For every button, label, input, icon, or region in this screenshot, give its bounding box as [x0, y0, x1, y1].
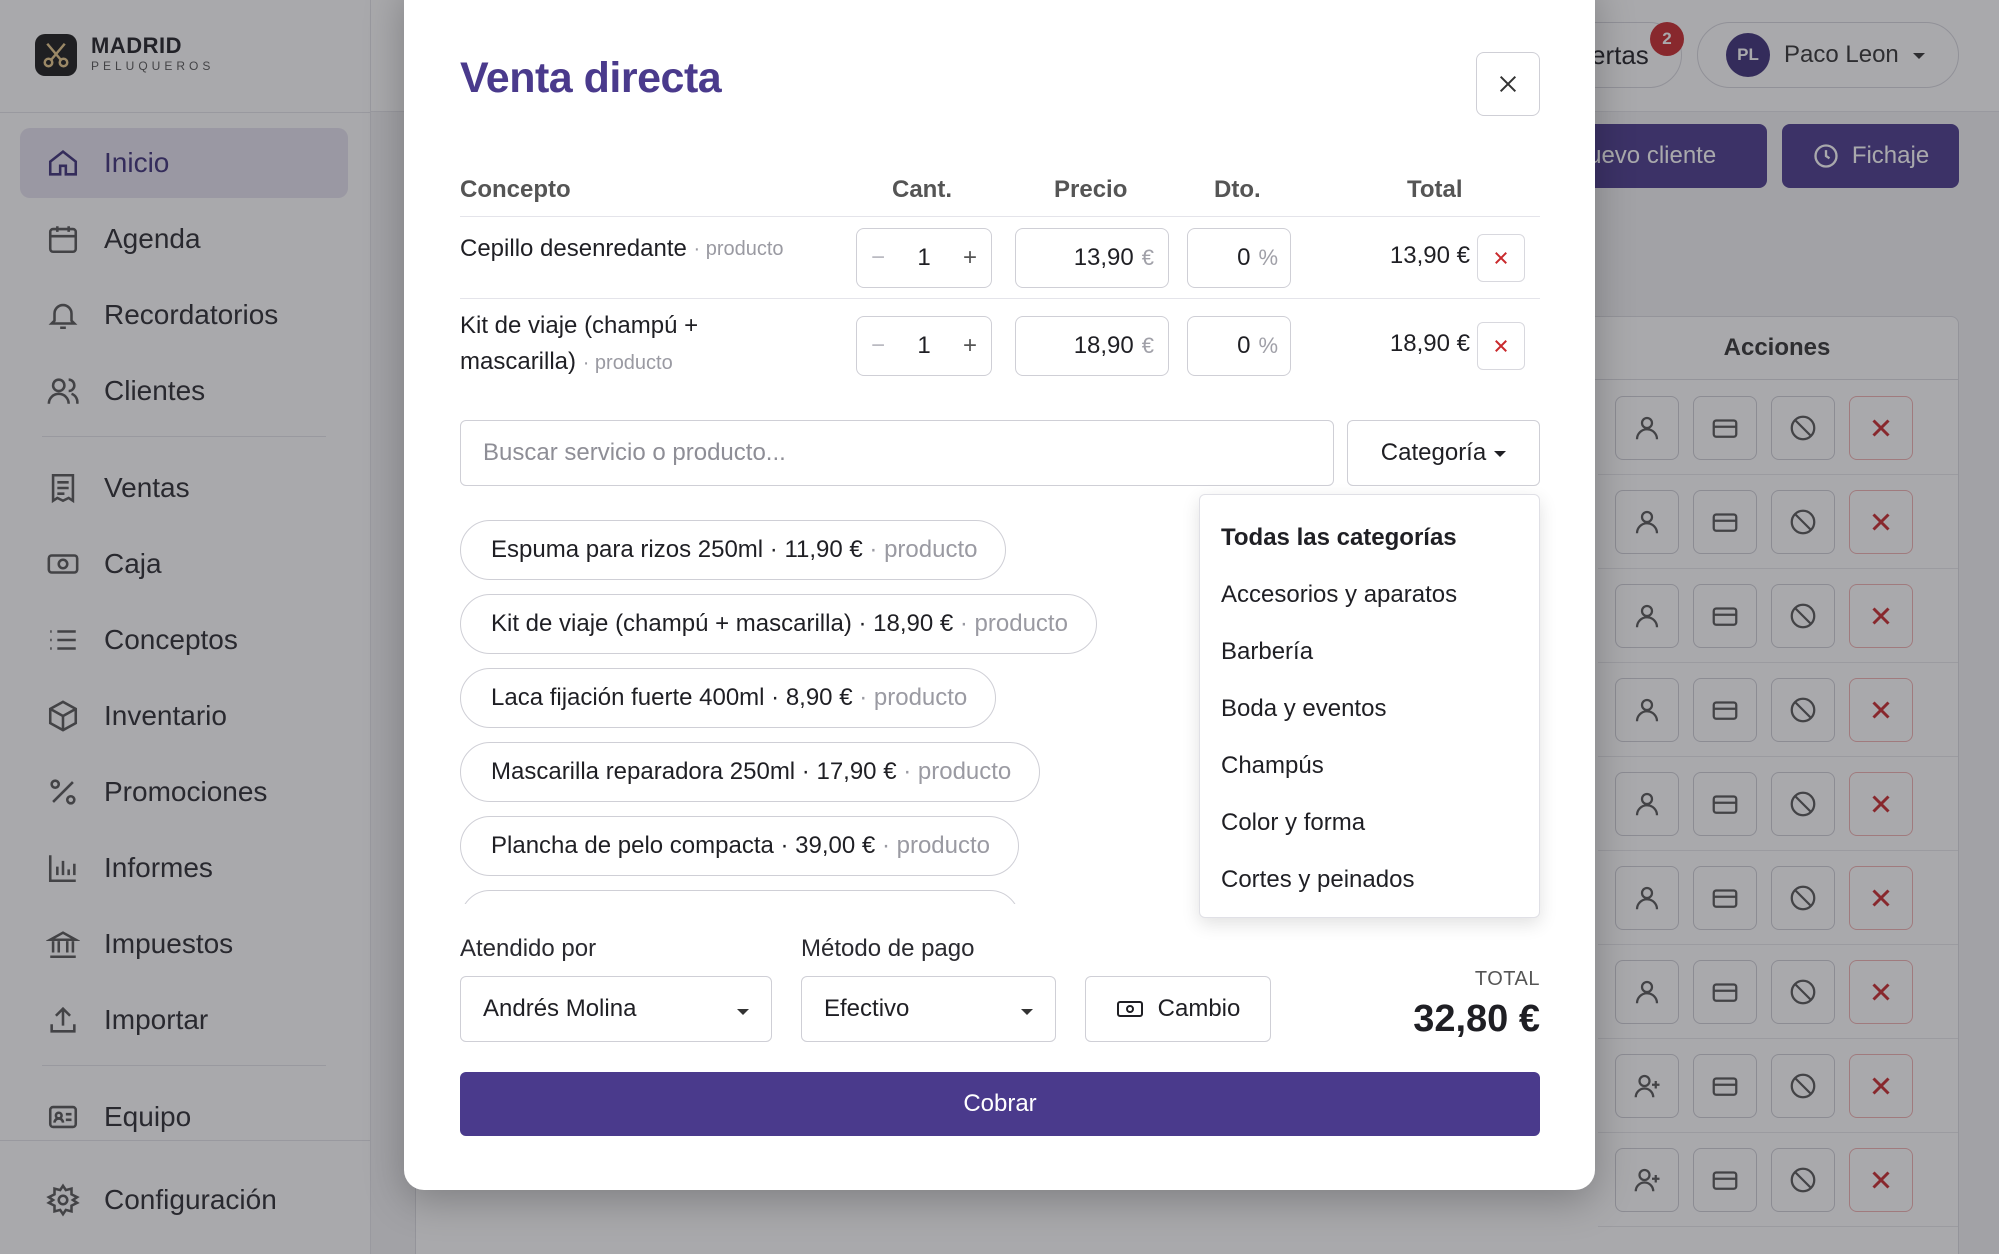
close-icon: [1495, 252, 1507, 264]
chip-label: Espuma para rizos 250ml · 11,90 €: [491, 536, 863, 563]
divider: [460, 216, 1540, 217]
chip-type: · producto: [881, 832, 990, 859]
suggestion-chip[interactable]: [460, 890, 1020, 904]
discount-input[interactable]: 0 %: [1187, 316, 1291, 376]
line-name-continued: mascarilla): [460, 348, 577, 375]
line-name: Kit de viaje (champú +: [460, 312, 699, 339]
category-option[interactable]: Barbería: [1200, 623, 1539, 680]
percent-symbol: %: [1258, 333, 1278, 358]
category-option[interactable]: Color y forma: [1200, 794, 1539, 851]
category-option[interactable]: Accesorios y aparatos: [1200, 566, 1539, 623]
category-button-label: Categoría: [1380, 439, 1487, 466]
close-icon: [1495, 340, 1507, 352]
chip-type: · producto: [869, 536, 978, 563]
column-header-price: Precio: [1054, 176, 1128, 203]
increment-button[interactable]: +: [963, 244, 977, 272]
decrement-button[interactable]: −: [871, 244, 885, 272]
chip-type: · producto: [859, 684, 968, 711]
line-concept: Kit de viaje (champú + mascarilla) · pro…: [460, 308, 698, 381]
currency-symbol: €: [1141, 333, 1154, 358]
column-header-total: Total: [1407, 176, 1463, 203]
attended-by-value: Andrés Molina: [483, 995, 637, 1022]
category-menu: Todas las categorías Accesorios y aparat…: [1199, 494, 1540, 918]
payment-method-label: Método de pago: [801, 935, 975, 962]
line-total: 13,90 €: [1389, 242, 1470, 269]
percent-symbol: %: [1258, 245, 1278, 270]
chip-label: Plancha de pelo compacta · 39,00 €: [491, 832, 876, 859]
close-button[interactable]: [1476, 52, 1540, 116]
increment-button[interactable]: +: [963, 332, 977, 360]
suggestion-chip[interactable]: Mascarilla reparadora 250ml · 17,90 € · …: [460, 742, 1041, 802]
category-option-all[interactable]: Todas las categorías: [1200, 509, 1539, 566]
chip-label: Kit de viaje (champú + mascarilla) · 18,…: [491, 610, 954, 637]
search-placeholder: Buscar servicio o producto...: [483, 439, 786, 466]
category-dropdown-button[interactable]: Categoría: [1347, 420, 1540, 486]
quantity-value: 1: [917, 332, 931, 359]
category-option[interactable]: Boda y eventos: [1200, 680, 1539, 737]
chip-label: Mascarilla reparadora 250ml · 17,90 €: [491, 758, 897, 785]
line-name: Cepillo desenredante: [460, 235, 687, 262]
chip-label: Laca fijación fuerte 400ml · 8,90 €: [491, 684, 853, 711]
direct-sale-modal: Venta directa Concepto Cant. Precio Dto.…: [404, 0, 1595, 1190]
price-value: 18,90: [1073, 332, 1134, 359]
attended-by-label: Atendido por: [460, 935, 597, 962]
total-amount: 32,80 €: [1413, 998, 1540, 1040]
category-option[interactable]: Cortes y peinados: [1200, 851, 1539, 908]
quantity-value: 1: [917, 244, 931, 271]
column-header-qty: Cant.: [892, 176, 952, 203]
price-value: 13,90: [1073, 244, 1134, 271]
price-input[interactable]: 13,90 €: [1015, 228, 1169, 288]
payment-method-value: Efectivo: [824, 995, 910, 1022]
charge-button-label: Cobrar: [963, 1090, 1037, 1117]
search-input[interactable]: Buscar servicio o producto...: [460, 420, 1334, 486]
cash-icon: [1116, 1001, 1143, 1017]
decrement-button[interactable]: −: [871, 332, 885, 360]
column-header-discount: Dto.: [1214, 176, 1261, 203]
column-header-concept: Concepto: [460, 176, 571, 203]
quantity-stepper[interactable]: − 1 +: [856, 228, 992, 288]
chip-type: · producto: [903, 758, 1012, 785]
payment-method-select[interactable]: Efectivo: [801, 976, 1056, 1042]
quantity-stepper[interactable]: − 1 +: [856, 316, 992, 376]
discount-value: 0: [1237, 332, 1251, 359]
total-label: TOTAL: [1474, 968, 1540, 990]
line-type: · producto: [693, 238, 784, 260]
discount-value: 0: [1237, 244, 1251, 271]
discount-input[interactable]: 0 %: [1187, 228, 1291, 288]
currency-symbol: €: [1141, 245, 1154, 270]
suggestion-chip[interactable]: Espuma para rizos 250ml · 11,90 € · prod…: [460, 520, 1007, 580]
chip-type: · producto: [959, 610, 1068, 637]
line-total: 18,90 €: [1389, 330, 1470, 357]
modal-title: Venta directa: [460, 54, 722, 102]
close-icon: [1499, 75, 1517, 93]
category-option[interactable]: Champús: [1200, 737, 1539, 794]
attended-by-select[interactable]: Andrés Molina: [460, 976, 772, 1042]
chevron-down-icon: [1021, 1009, 1033, 1015]
chevron-down-icon: [1494, 451, 1507, 457]
suggestion-chip[interactable]: Kit de viaje (champú + mascarilla) · 18,…: [460, 594, 1097, 654]
price-input[interactable]: 18,90 €: [1015, 316, 1169, 376]
suggestion-chip[interactable]: Laca fijación fuerte 400ml · 8,90 € · pr…: [460, 668, 997, 728]
remove-line-button[interactable]: [1477, 322, 1525, 370]
chevron-down-icon: [737, 1009, 749, 1015]
suggestion-list: Espuma para rizos 250ml · 11,90 € · prod…: [460, 520, 1320, 904]
divider: [460, 298, 1540, 299]
line-type: · producto: [582, 352, 673, 374]
remove-line-button[interactable]: [1477, 234, 1525, 282]
line-concept: Cepillo desenredante · producto: [460, 218, 784, 280]
change-button-label: Cambio: [1157, 995, 1241, 1022]
charge-button[interactable]: Cobrar: [460, 1072, 1540, 1136]
suggestion-chip[interactable]: Plancha de pelo compacta · 39,00 € · pro…: [460, 816, 1019, 876]
